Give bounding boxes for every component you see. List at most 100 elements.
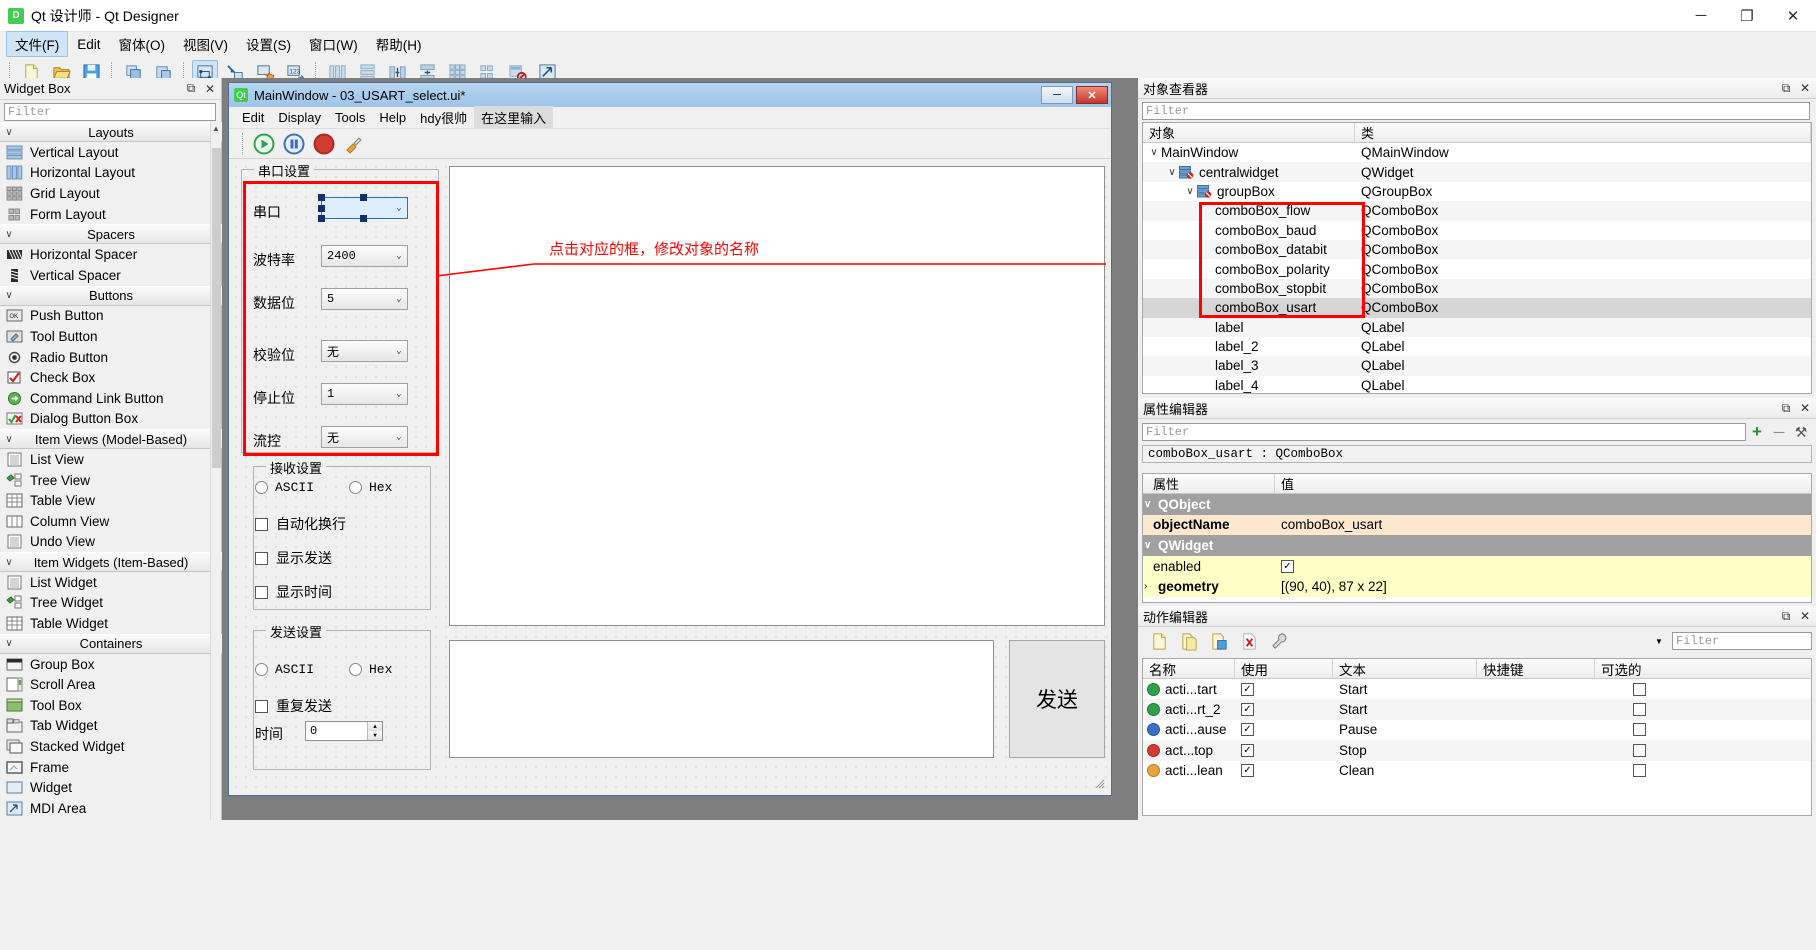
property-row[interactable]: enabled ✓ <box>1143 555 1811 577</box>
action-checkable-cell[interactable] <box>1595 703 1811 717</box>
remove-property-icon[interactable]: ─ <box>1768 424 1790 441</box>
delete-action-icon[interactable] <box>1236 628 1262 654</box>
form-menu-item-1[interactable]: Display <box>271 108 328 127</box>
action-row[interactable]: act...top ✓ Stop <box>1143 740 1811 761</box>
send-radio-hex[interactable]: Hex <box>349 662 392 677</box>
chevron-down-icon[interactable]: ∨ <box>1165 167 1179 178</box>
checkbox-icon[interactable] <box>1633 743 1646 757</box>
chevron-down-icon[interactable]: ∨ <box>1144 499 1158 510</box>
start-icon[interactable] <box>251 131 277 157</box>
widget-item-grid-layout[interactable]: Grid Layout <box>0 183 222 204</box>
property-row[interactable]: ∨ QObject <box>1143 494 1811 515</box>
widget-item-frame[interactable]: Frame <box>0 757 222 778</box>
checkbox-icon[interactable] <box>1633 682 1646 696</box>
widget-box-filter-input[interactable]: Filter <box>4 103 216 121</box>
widget-category-2[interactable]: ∨ Buttons <box>0 285 222 306</box>
checkbox-checked-icon[interactable]: ✓ <box>1281 559 1294 573</box>
checkbox-checked-icon[interactable]: ✓ <box>1241 682 1254 696</box>
stop-icon[interactable] <box>311 131 337 157</box>
object-inspector-filter-input[interactable]: Filter <box>1142 102 1810 120</box>
widget-item-tool-button[interactable]: Tool Button <box>0 326 222 347</box>
resize-handle[interactable] <box>318 194 325 201</box>
widget-item-radio-button[interactable]: Radio Button <box>0 347 222 368</box>
new-action-icon[interactable] <box>1146 628 1172 654</box>
combobox-stopbit[interactable]: 1 ⌄ <box>321 383 408 405</box>
chevron-down-icon[interactable]: ∨ <box>1144 540 1158 551</box>
action-checkable-cell[interactable] <box>1595 743 1811 757</box>
widget-item-widget[interactable]: Widget <box>0 777 222 798</box>
widget-item-tree-view[interactable]: Tree View <box>0 470 222 491</box>
action-row[interactable]: acti...tart ✓ Start <box>1143 679 1811 699</box>
property-value-cell[interactable]: ✓ <box>1275 559 1811 573</box>
chevron-down-icon[interactable]: ∨ <box>1147 147 1161 158</box>
receive-radio-ascii[interactable]: ASCII <box>255 480 314 495</box>
widget-category-1[interactable]: ∨ Spacers <box>0 224 222 245</box>
paste-action-icon[interactable] <box>1206 628 1232 654</box>
object-tree-row[interactable]: comboBox_polarity QComboBox <box>1143 259 1811 278</box>
form-minimize-button[interactable]: ─ <box>1041 86 1073 104</box>
receive-text-area[interactable] <box>449 166 1105 626</box>
object-tree-row[interactable]: ∨ centralwidget QWidget <box>1143 162 1811 182</box>
close-icon[interactable]: ✕ <box>1797 400 1813 416</box>
chevron-down-icon[interactable]: ▼ <box>1652 637 1666 646</box>
widget-category-0[interactable]: ∨ Layouts <box>0 122 222 142</box>
spinner-arrows[interactable]: ▲ ▼ <box>367 722 382 740</box>
widget-item-command-link[interactable]: Command Link Button <box>0 388 222 409</box>
checkbox-checked-icon[interactable]: ✓ <box>1241 723 1254 737</box>
widget-item-vertical-layout[interactable]: Vertical Layout <box>0 142 222 163</box>
widget-category-3[interactable]: ∨ Item Views (Model-Based) <box>0 429 222 450</box>
checkbox-icon[interactable] <box>1633 723 1646 737</box>
scrollbar-thumb[interactable] <box>212 148 221 468</box>
pause-icon[interactable] <box>281 131 307 157</box>
action-checkable-cell[interactable] <box>1595 682 1811 696</box>
spin-down-icon[interactable]: ▼ <box>368 731 382 740</box>
send-checkbox-repeat[interactable]: 重复发送 <box>255 696 332 716</box>
object-tree-row[interactable]: comboBox_stopbit QComboBox <box>1143 278 1811 299</box>
menu-item-2[interactable]: 窗体(O) <box>110 31 175 57</box>
object-tree-row[interactable]: comboBox_databit QComboBox <box>1143 239 1811 260</box>
widget-item-tool-box[interactable]: Tool Box <box>0 695 222 716</box>
action-used-cell[interactable]: ✓ <box>1235 682 1333 696</box>
form-close-button[interactable]: ✕ <box>1076 86 1108 104</box>
receive-checkbox-showsend[interactable]: 显示发送 <box>255 548 332 568</box>
chevron-right-icon[interactable]: › <box>1144 581 1158 592</box>
object-tree-row[interactable]: comboBox_baud QComboBox <box>1143 221 1811 240</box>
widget-box-scrollbar[interactable]: ▲ <box>210 122 221 820</box>
combobox-flow[interactable]: 无 ⌄ <box>321 426 408 448</box>
menu-item-5[interactable]: 窗口(W) <box>300 31 367 57</box>
widget-item-check-box[interactable]: Check Box <box>0 367 222 388</box>
maximize-button[interactable]: ❐ <box>1724 0 1770 32</box>
close-icon[interactable]: ✕ <box>202 81 218 97</box>
menu-item-4[interactable]: 设置(S) <box>237 31 300 57</box>
object-tree-row[interactable]: comboBox_usart QComboBox <box>1143 298 1811 318</box>
property-value-cell[interactable]: comboBox_usart <box>1275 517 1811 532</box>
send-time-spinbox[interactable]: 0 ▲ ▼ <box>305 721 383 741</box>
widget-item-list-view[interactable]: List View <box>0 449 222 470</box>
send-button[interactable]: 发送 <box>1009 640 1105 758</box>
action-row[interactable]: acti...ause ✓ Pause <box>1143 720 1811 740</box>
combobox-databit[interactable]: 5 ⌄ <box>321 288 408 310</box>
menu-item-6[interactable]: 帮助(H) <box>367 31 431 57</box>
action-checkable-cell[interactable] <box>1595 764 1811 778</box>
checkbox-checked-icon[interactable]: ✓ <box>1241 703 1254 717</box>
action-row[interactable]: acti...rt_2 ✓ Start <box>1143 699 1811 720</box>
widget-item-dialog-button-box[interactable]: Dialog Button Box <box>0 409 222 430</box>
float-icon[interactable]: ⧉ <box>1778 80 1794 96</box>
action-used-cell[interactable]: ✓ <box>1235 703 1333 717</box>
property-table[interactable]: 属性 值 ∨ QObject objectName comboBox_usart ∨ QW… <box>1142 473 1812 603</box>
widget-item-group-box[interactable]: Group Box <box>0 654 222 675</box>
float-icon[interactable]: ⧉ <box>1778 400 1794 416</box>
combobox-baud[interactable]: 2400 ⌄ <box>321 245 408 267</box>
widget-item-horizontal-spacer[interactable]: Horizontal Spacer <box>0 244 222 265</box>
action-checkable-cell[interactable] <box>1595 723 1811 737</box>
form-menu-item-3[interactable]: Help <box>372 108 413 127</box>
checkbox-checked-icon[interactable]: ✓ <box>1241 743 1254 757</box>
add-property-icon[interactable]: + <box>1746 422 1768 442</box>
float-icon[interactable]: ⧉ <box>1778 608 1794 624</box>
action-used-cell[interactable]: ✓ <box>1235 743 1333 757</box>
widget-item-push-button[interactable]: OK Push Button <box>0 306 222 327</box>
object-tree[interactable]: 对象 类 ∨ MainWindow QMainWindow ∨ centralwidge… <box>1142 122 1812 394</box>
action-used-cell[interactable]: ✓ <box>1235 723 1333 737</box>
property-row[interactable]: ∨ QWidget <box>1143 535 1811 556</box>
form-size-grip[interactable] <box>1093 777 1105 789</box>
